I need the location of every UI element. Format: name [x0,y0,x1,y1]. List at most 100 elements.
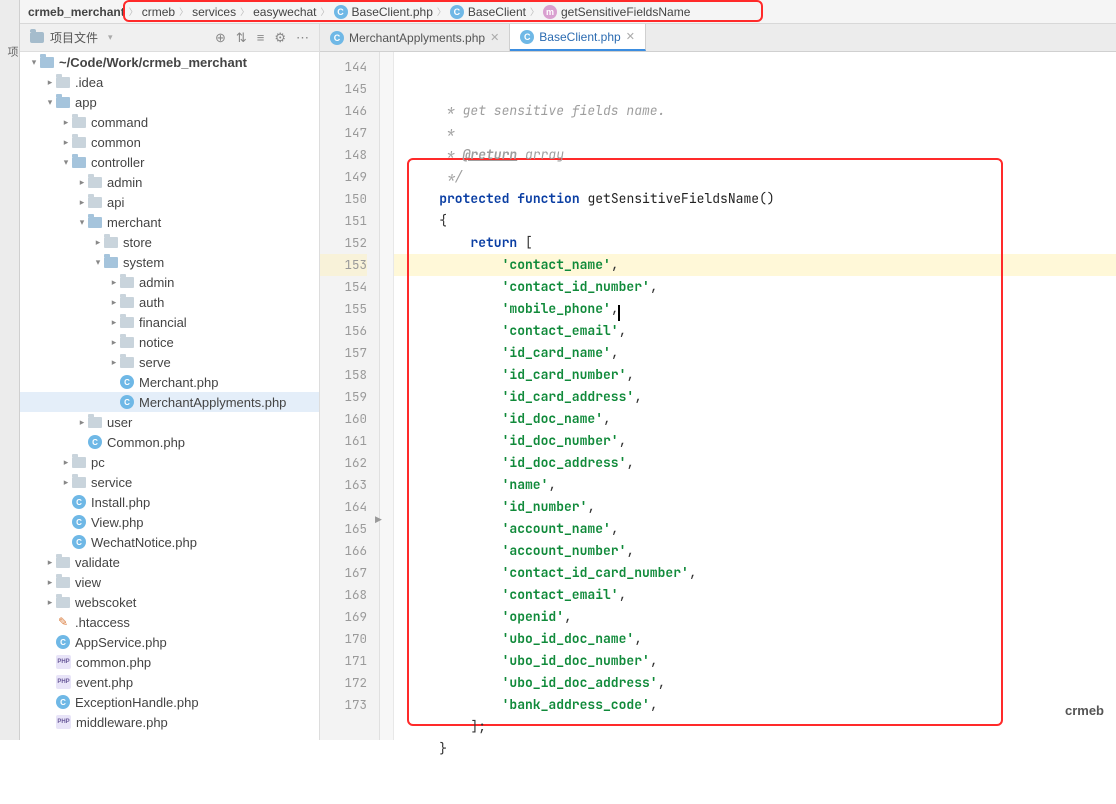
code-line[interactable]: 'id_doc_name', [408,408,1116,430]
code-line[interactable]: 'contact_email', [408,584,1116,606]
code-line[interactable]: 'id_card_number', [408,364,1116,386]
arrow-right-icon[interactable]: ▸ [108,297,120,308]
code-line[interactable]: 'contact_id_card_number', [408,562,1116,584]
arrow-right-icon[interactable]: ▸ [44,77,56,88]
code-line[interactable]: 'id_card_name', [408,342,1116,364]
arrow-right-icon[interactable]: ▸ [76,417,88,428]
tree-node[interactable]: ▸.idea [20,72,319,92]
toolbar-icon[interactable]: ⋯ [296,30,309,46]
editor-tab[interactable]: CBaseClient.php✕ [510,24,646,51]
arrow-right-icon[interactable]: ▸ [60,477,72,488]
tree-node[interactable]: ▸user [20,412,319,432]
tree-node[interactable]: CMerchant.php [20,372,319,392]
arrow-down-icon[interactable]: ▾ [44,97,56,108]
tree-node[interactable]: CInstall.php [20,492,319,512]
code-line[interactable]: 'id_doc_address', [408,452,1116,474]
arrow-right-icon[interactable]: ▸ [60,137,72,148]
arrow-right-icon[interactable]: ▸ [76,197,88,208]
tree-node[interactable]: CMerchantApplyments.php [20,392,319,412]
close-icon[interactable]: ✕ [490,31,499,44]
tree-node[interactable]: ▸admin [20,272,319,292]
code-line[interactable]: { [408,210,1116,232]
tree-node[interactable]: ▸serve [20,352,319,372]
arrow-right-icon[interactable]: ▸ [92,237,104,248]
tree-node[interactable]: ▸pc [20,452,319,472]
tree-node[interactable]: ▾merchant [20,212,319,232]
breadcrumb-item[interactable]: crmeb_merchant [28,5,125,19]
close-icon[interactable]: ✕ [626,30,635,43]
code-line[interactable]: 'id_number', [408,496,1116,518]
tree-node[interactable]: ▸view [20,572,319,592]
tree-node[interactable]: ▸store [20,232,319,252]
arrow-right-icon[interactable]: ▸ [76,177,88,188]
arrow-right-icon[interactable]: ▸ [108,277,120,288]
breadcrumb-item[interactable]: CBaseClient [450,5,526,19]
toolbar-icon[interactable]: ⇅ [236,30,247,46]
dropdown-icon[interactable]: ▾ [108,32,113,43]
arrow-right-icon[interactable]: ▸ [60,117,72,128]
tree-node[interactable]: ▸command [20,112,319,132]
code-line[interactable]: 'ubo_id_doc_name', [408,628,1116,650]
collapse-handle-icon[interactable]: ▶ [375,514,382,525]
tree-node[interactable]: ✎.htaccess [20,612,319,632]
toolbar-icon[interactable]: ⚙ [274,30,286,46]
toolbar-icon[interactable]: ≡ [257,30,265,46]
tree-node[interactable]: ▾app [20,92,319,112]
tree-node[interactable]: CCommon.php [20,432,319,452]
tree-node[interactable]: PHPcommon.php [20,652,319,672]
breadcrumb-item[interactable]: services [192,5,236,19]
arrow-right-icon[interactable]: ▸ [108,317,120,328]
tree-node[interactable]: ▸webscoket [20,592,319,612]
tree-node[interactable]: ▸financial [20,312,319,332]
code-line[interactable]: 'openid', [408,606,1116,628]
arrow-right-icon[interactable]: ▸ [60,457,72,468]
code-line[interactable]: 'contact_name', [408,254,1116,276]
code-line[interactable]: 'account_name', [408,518,1116,540]
arrow-right-icon[interactable]: ▸ [108,357,120,368]
breadcrumb-item[interactable]: easywechat [253,5,316,19]
arrow-right-icon[interactable]: ▸ [108,337,120,348]
code-line[interactable]: 'ubo_id_doc_number', [408,650,1116,672]
tree-node[interactable]: CWechatNotice.php [20,532,319,552]
code-line[interactable]: 'contact_email', [408,320,1116,342]
tree-node[interactable]: ▸api [20,192,319,212]
tree-node[interactable]: ▸notice [20,332,319,352]
breadcrumb-item[interactable]: CBaseClient.php [334,5,433,19]
arrow-right-icon[interactable]: ▸ [44,557,56,568]
toolbar-icon[interactable]: ⊕ [215,30,226,46]
arrow-right-icon[interactable]: ▸ [44,597,56,608]
editor-tab[interactable]: CMerchantApplyments.php✕ [320,24,510,51]
code-line[interactable]: protected function getSensitiveFieldsNam… [408,188,1116,210]
tree-node[interactable]: ▸validate [20,552,319,572]
arrow-down-icon[interactable]: ▾ [60,157,72,168]
tree-node[interactable]: ▸common [20,132,319,152]
tree-node[interactable]: CView.php [20,512,319,532]
tree-node[interactable]: CAppService.php [20,632,319,652]
code-line[interactable]: * [408,122,1116,144]
tree-node[interactable]: ▾controller [20,152,319,172]
code-line[interactable]: 'ubo_id_doc_address', [408,672,1116,694]
code-line[interactable]: */ [408,166,1116,188]
code-line[interactable]: 'contact_id_number', [408,276,1116,298]
arrow-down-icon[interactable]: ▾ [28,57,40,68]
tree-node[interactable]: PHPevent.php [20,672,319,692]
code-line[interactable]: 'account_number', [408,540,1116,562]
code-line[interactable]: 'id_doc_number', [408,430,1116,452]
code-line[interactable]: 'id_card_address', [408,386,1116,408]
tree-node[interactable]: ▾system [20,252,319,272]
code-line[interactable]: } [408,738,1116,760]
code-line[interactable]: return [ [408,232,1116,254]
code-line[interactable]: 'bank_address_code', [408,694,1116,716]
code-line[interactable]: * get sensitive fields name. [408,100,1116,122]
arrow-down-icon[interactable]: ▾ [76,217,88,228]
project-tree[interactable]: ▾~/Code/Work/crmeb_merchant▸.idea▾app▸co… [20,52,320,740]
code-line[interactable]: 'name', [408,474,1116,496]
breadcrumb-item[interactable]: mgetSensitiveFieldsName [543,5,690,19]
tree-node[interactable]: CExceptionHandle.php [20,692,319,712]
tree-node[interactable]: ▾~/Code/Work/crmeb_merchant [20,52,319,72]
tree-node[interactable]: PHPmiddleware.php [20,712,319,732]
code-line[interactable]: 'mobile_phone', [408,298,1116,320]
code-area[interactable]: * get sensitive fields name. * * @return… [394,52,1116,740]
code-line[interactable]: * @return array [408,144,1116,166]
tree-node[interactable]: ▸auth [20,292,319,312]
